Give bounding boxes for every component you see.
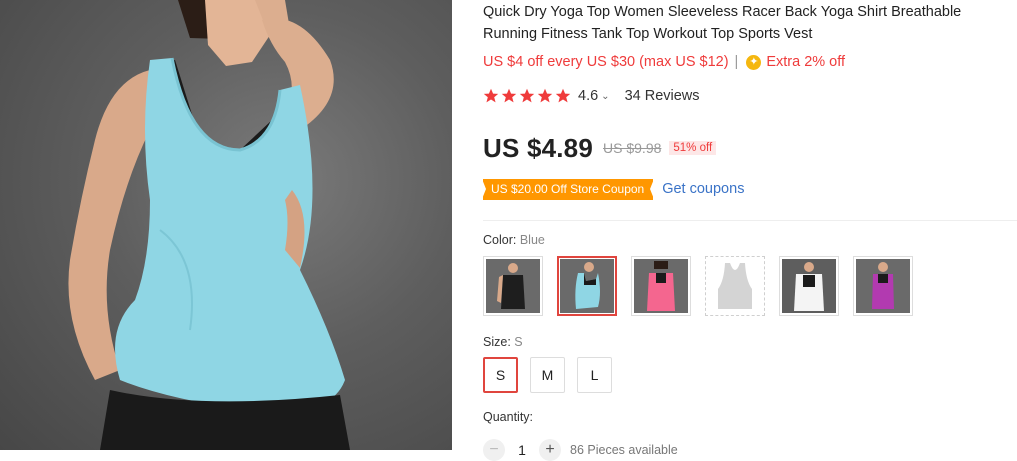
rating-value: 4.6 <box>578 88 599 104</box>
size-label: Size: S <box>483 335 523 349</box>
extra-discount-text[interactable]: Extra 2% off <box>766 54 845 70</box>
original-price: US $9.98 <box>603 140 662 156</box>
swatch-thumbnail <box>634 259 688 313</box>
color-swatch-blue[interactable] <box>557 256 617 316</box>
color-swatch-pink[interactable] <box>631 256 691 316</box>
promo-separator: | <box>734 54 739 70</box>
swatch-thumbnail <box>560 259 614 313</box>
coupon-row: US $20.00 Off Store Coupon Get coupons <box>481 178 744 200</box>
quantity-value[interactable]: 1 <box>505 442 539 458</box>
color-swatch-white[interactable] <box>779 256 839 316</box>
get-coupons-link[interactable]: Get coupons <box>662 181 744 197</box>
pieces-available: 86 Pieces available <box>570 443 678 457</box>
swatch-thumbnail <box>782 259 836 313</box>
star-icon <box>519 88 535 103</box>
color-swatch-black[interactable] <box>483 256 543 316</box>
product-title: Quick Dry Yoga Top Women Sleeveless Race… <box>483 4 962 42</box>
promo-line: US $4 off every US $30 (max US $12) | ✦ … <box>483 52 845 72</box>
main-product-image[interactable] <box>0 0 452 450</box>
reviews-link[interactable]: 34 Reviews <box>625 88 700 104</box>
star-icon <box>555 88 571 103</box>
chevron-down-icon[interactable]: ⌄ <box>601 91 609 102</box>
quantity-stepper: − 1 + 86 Pieces available <box>483 439 678 461</box>
store-discount-text[interactable]: US $4 off every US $30 (max US $12) <box>483 54 729 70</box>
star-icon <box>483 88 499 103</box>
color-selected-value: Blue <box>519 233 545 247</box>
rating-stars <box>483 88 571 104</box>
color-label-text: Color: <box>483 233 520 247</box>
size-label-text: Size: <box>483 335 515 349</box>
star-icon <box>501 88 517 103</box>
color-label: Color: Blue <box>483 233 545 247</box>
coin-icon: ✦ <box>746 54 762 70</box>
swatch-thumbnail <box>856 259 910 313</box>
store-coupon-badge[interactable]: US $20.00 Off Store Coupon <box>481 178 655 200</box>
size-option-l[interactable]: L <box>577 357 612 393</box>
swatch-thumbnail <box>708 259 762 313</box>
color-swatches <box>483 256 927 316</box>
size-option-m[interactable]: M <box>530 357 565 393</box>
size-selected-value: S <box>514 335 523 349</box>
quantity-increase-button[interactable]: + <box>539 439 561 461</box>
price-row: US $4.89 US $9.98 51% off <box>483 131 717 165</box>
divider <box>483 220 1017 221</box>
quantity-decrease-button[interactable]: − <box>483 439 505 461</box>
rating-row[interactable]: 4.6 ⌄ 34 Reviews <box>483 86 700 106</box>
swatch-thumbnail <box>486 259 540 313</box>
color-swatch-gray[interactable] <box>705 256 765 316</box>
quantity-label: Quantity: <box>483 410 534 424</box>
star-icon <box>537 88 553 103</box>
size-option-s[interactable]: S <box>483 357 518 393</box>
color-swatch-purple[interactable] <box>853 256 913 316</box>
size-options: S M L <box>483 357 624 393</box>
discount-badge: 51% off <box>669 141 717 155</box>
current-price: US $4.89 <box>483 132 594 163</box>
model-photo <box>68 0 350 450</box>
